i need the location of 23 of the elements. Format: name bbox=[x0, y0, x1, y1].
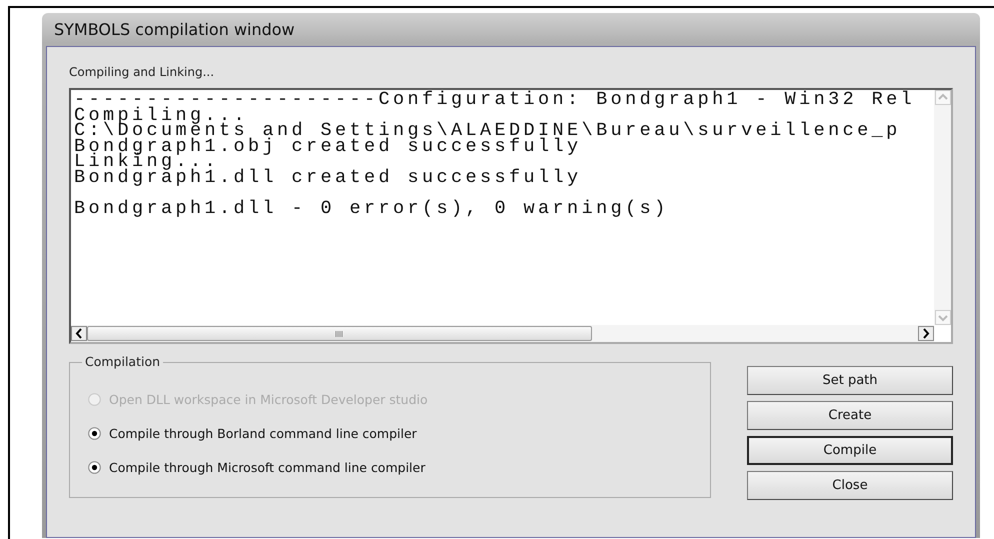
vertical-scrollbar[interactable] bbox=[934, 90, 951, 325]
dialog-button[interactable]: Create bbox=[747, 401, 953, 430]
log-line: ---------------------Configuration: Bondgraph1 - Win32 Rel bbox=[74, 92, 916, 108]
log-line: C:\Documents and Settings\ALAEDDINE\Bureau\surveillence_p bbox=[74, 123, 901, 138]
log-line: Bondgraph1.dll created successfully bbox=[74, 170, 582, 185]
log-line: Compiling... bbox=[74, 108, 248, 123]
group-title: Compilation bbox=[82, 354, 164, 369]
option-label: Compile through Borland command line compiler bbox=[109, 426, 417, 440]
log-line: Bondgraph1.obj created successfully bbox=[74, 138, 582, 154]
dialog-button[interactable]: Compile bbox=[747, 436, 953, 465]
dialog-button[interactable]: Close bbox=[747, 471, 953, 500]
grip-icon bbox=[335, 330, 344, 336]
status-label: Compiling and Linking... bbox=[69, 65, 214, 79]
dialog-button[interactable]: Set path bbox=[747, 366, 953, 395]
window-title: SYMBOLS compilation window bbox=[53, 19, 296, 41]
option-label: Open DLL workspace in Microsoft Developer studio bbox=[109, 392, 428, 406]
radio-button[interactable] bbox=[88, 426, 101, 440]
option-label: Compile through Microsoft command line compiler bbox=[109, 460, 426, 474]
horizontal-scrollbar[interactable] bbox=[71, 325, 934, 342]
log-line: Linking... bbox=[74, 154, 220, 170]
log-line: Bondgraph1.dll - 0 error(s), 0 warning(s) bbox=[74, 200, 669, 216]
scroll-thumb[interactable] bbox=[87, 326, 592, 341]
radio-button[interactable] bbox=[88, 460, 101, 474]
